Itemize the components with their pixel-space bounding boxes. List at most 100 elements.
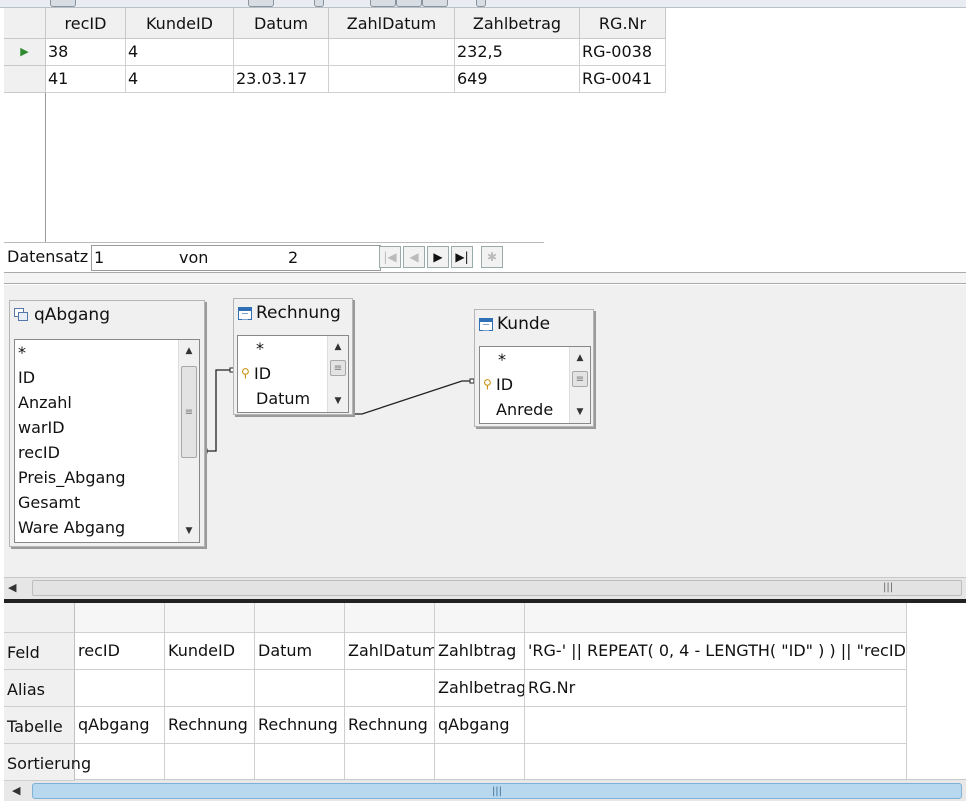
scroll-down-icon[interactable]: ▼ [570,403,590,421]
criteria-cell[interactable] [525,707,907,744]
scroll-thumb[interactable]: ||| [32,783,962,799]
toolbar-button[interactable] [422,0,448,7]
field-item[interactable]: recID [15,440,199,465]
design-horizontal-scrollbar[interactable]: ◀ ||| [4,577,966,599]
table-window-rechnung[interactable]: Rechnung * ⚲ ID Datum ▲ ≡ ▼ [233,298,353,415]
criteria-cell[interactable]: recID [75,633,165,670]
table-cell[interactable]: 649 [455,66,580,93]
vertical-scrollbar[interactable]: ▲ ≡ ▼ [569,347,590,423]
criteria-cell[interactable] [255,670,345,707]
criteria-cell[interactable] [255,744,345,781]
table-cell[interactable] [329,39,455,66]
field-item[interactable]: Ware Abgang [15,515,199,540]
criteria-column-header[interactable] [525,603,907,633]
criteria-cell[interactable]: Zahlbtrag [435,633,525,670]
criteria-cell[interactable] [435,744,525,781]
table-window-kunde[interactable]: Kunde * ⚲ ID Anrede ▲ ≡ ▼ [474,309,594,427]
scroll-down-icon[interactable]: ▼ [179,522,199,540]
criteria-column-header[interactable] [255,603,345,633]
field-label: ID [496,375,514,394]
criteria-cell[interactable]: qAbgang [75,707,165,744]
scroll-left-icon[interactable]: ◀ [8,581,16,594]
criteria-cell[interactable]: Datum [255,633,345,670]
criteria-cell[interactable]: Rechnung [345,707,435,744]
scroll-thumb[interactable]: ||| [32,580,962,596]
criteria-cell[interactable]: ZahlDatum [345,633,435,670]
criteria-cell[interactable]: KundeID [165,633,255,670]
criteria-cell[interactable] [525,744,907,781]
criteria-cell[interactable]: Rechnung [165,707,255,744]
criteria-column-header[interactable] [345,603,435,633]
criteria-column-header[interactable] [435,603,525,633]
row-header[interactable]: ▶ [4,39,46,66]
table-title[interactable]: Kunde [479,314,550,334]
table-cell[interactable]: 23.03.17 [234,66,329,93]
scroll-up-icon[interactable]: ▲ [570,349,590,367]
toolbar-button[interactable] [370,0,396,7]
table-window-qabgang[interactable]: qAbgang * ID Anzahl warID recID Preis_Ab… [9,300,205,547]
column-header[interactable]: ZahlDatum [329,8,455,39]
criteria-column-header[interactable] [75,603,165,633]
scroll-up-icon[interactable]: ▲ [179,342,199,360]
scroll-thumb[interactable]: ≡ [572,371,588,387]
record-label: Datensatz [7,247,89,266]
table-cell[interactable]: 41 [46,66,126,93]
relation-line-rechnung-kunde [352,380,472,415]
criteria-horizontal-scrollbar[interactable]: ◀ ||| [4,779,966,801]
criteria-cell[interactable]: RG.Nr [525,670,907,707]
table-cell[interactable] [329,66,455,93]
scroll-thumb[interactable]: ≡ [330,360,346,376]
toolbar-button[interactable] [248,0,274,7]
column-header[interactable]: Datum [234,8,329,39]
field-list-items: * ID Anzahl warID recID Preis_Abgang Ges… [15,340,199,540]
next-record-icon[interactable]: ▶ [427,246,449,268]
criteria-cell[interactable] [345,744,435,781]
table-cell[interactable] [234,39,329,66]
vertical-scrollbar[interactable]: ▲ ≡ ▼ [327,336,348,412]
toolbar-separator [314,0,324,7]
pane-splitter[interactable] [4,272,966,284]
first-record-icon[interactable]: |◀ [379,246,401,268]
column-header[interactable]: recID [46,8,126,39]
field-item[interactable]: Gesamt [15,490,199,515]
column-header[interactable]: RG.Nr [580,8,666,39]
new-record-icon[interactable]: ✱ [481,246,503,268]
criteria-cell[interactable]: Rechnung [255,707,345,744]
criteria-cell[interactable] [165,670,255,707]
scroll-down-icon[interactable]: ▼ [328,392,348,410]
criteria-cell[interactable] [165,744,255,781]
table-cell[interactable]: 38 [46,39,126,66]
row-header[interactable] [4,66,46,93]
criteria-cell[interactable] [345,670,435,707]
toolbar-button[interactable] [50,0,76,7]
criteria-cell[interactable]: Zahlbetrag [435,670,525,707]
table-cell[interactable]: 232,5 [455,39,580,66]
criteria-cell[interactable]: qAbgang [435,707,525,744]
field-item[interactable]: Anzahl [15,390,199,415]
column-header[interactable]: Zahlbetrag [455,8,580,39]
field-item[interactable]: warID [15,415,199,440]
table-title[interactable]: Rechnung [238,303,341,323]
table-cell[interactable]: RG-0041 [580,66,666,93]
table-cell[interactable]: 4 [126,39,234,66]
field-item[interactable]: ID [15,365,199,390]
vertical-scrollbar[interactable]: ▲ ≡ ▼ [178,340,199,542]
column-header[interactable]: KundeID [126,8,234,39]
field-item[interactable]: Preis_Abgang [15,465,199,490]
grid-corner[interactable] [4,8,46,39]
criteria-grid: Feld recID KundeID Datum ZahlDatum Zahlbtrag '… [4,603,966,781]
table-cell[interactable]: RG-0038 [580,39,666,66]
table-title[interactable]: qAbgang [14,305,110,325]
field-item[interactable]: * [15,340,199,365]
scroll-up-icon[interactable]: ▲ [328,338,348,356]
scroll-thumb[interactable]: ≡ [181,366,197,458]
criteria-cell[interactable] [75,670,165,707]
last-record-icon[interactable]: ▶| [451,246,473,268]
toolbar-button[interactable] [396,0,422,7]
criteria-column-header[interactable] [165,603,255,633]
record-current-field[interactable]: 1 [91,245,177,271]
previous-record-icon[interactable]: ◀ [403,246,425,268]
criteria-cell[interactable]: 'RG-' || REPEAT( 0, 4 - LENGTH( "ID" ) )… [525,633,907,670]
scroll-left-icon[interactable]: ◀ [12,784,20,797]
table-cell[interactable]: 4 [126,66,234,93]
